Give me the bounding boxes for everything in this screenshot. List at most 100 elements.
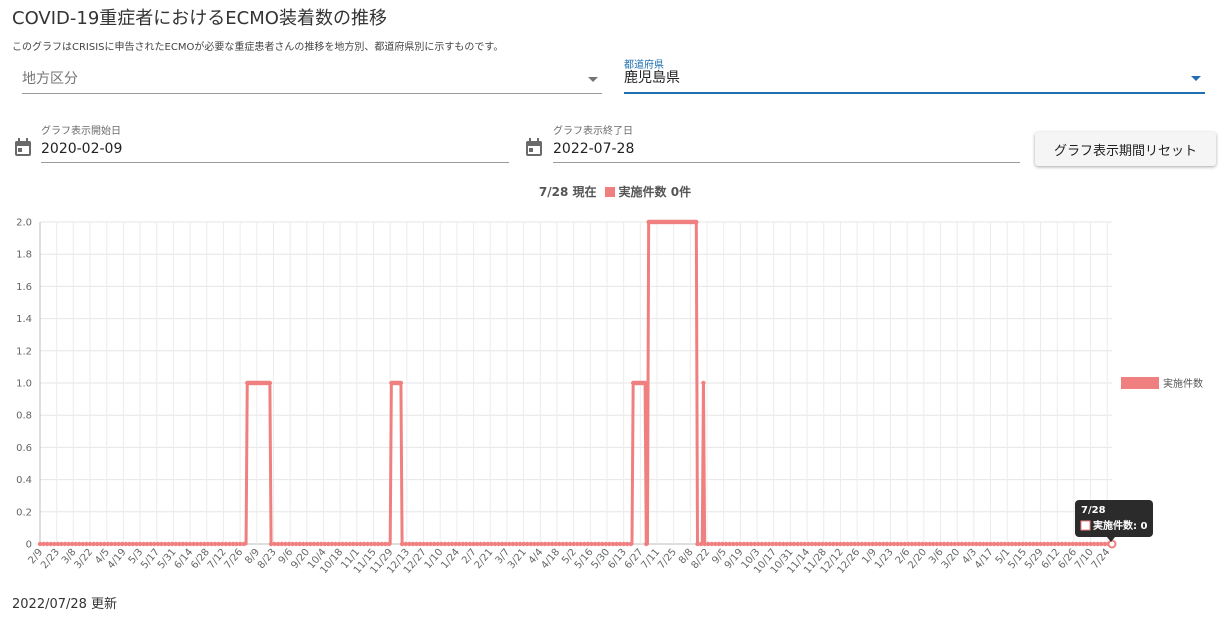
data-point xyxy=(1099,541,1104,547)
data-point xyxy=(155,541,161,547)
data-point xyxy=(642,380,648,386)
data-point xyxy=(644,541,649,547)
data-point xyxy=(685,219,691,225)
x-tick-label: 7/24 xyxy=(1090,547,1113,571)
x-tick-label: 3/8 xyxy=(60,547,79,566)
data-point xyxy=(293,541,299,547)
chart-legend[interactable]: 実施件数 xyxy=(1121,375,1203,390)
data-point xyxy=(94,541,100,547)
data-point xyxy=(112,541,118,547)
prefecture-select[interactable]: 都道府県 鹿児島県 xyxy=(624,56,1205,94)
data-point xyxy=(738,541,743,547)
end-date-label: グラフ表示終了日 xyxy=(553,126,633,137)
data-point xyxy=(567,541,573,547)
data-point xyxy=(675,219,680,225)
data-point xyxy=(234,541,239,547)
data-point xyxy=(177,541,182,547)
data-point xyxy=(252,380,257,386)
data-point xyxy=(802,541,807,547)
reset-period-button[interactable]: グラフ表示期間リセット xyxy=(1035,132,1216,166)
x-tick-label: 5/29 xyxy=(1023,547,1046,571)
data-point xyxy=(834,541,840,547)
data-point xyxy=(638,380,643,386)
data-point xyxy=(781,541,786,547)
data-point xyxy=(55,541,61,547)
x-tick-label: 4/19 xyxy=(106,547,129,571)
start-date-field[interactable]: グラフ表示開始日 2020-02-09 xyxy=(41,122,509,163)
data-point xyxy=(999,541,1004,547)
x-tick-label: 12/26 xyxy=(835,547,862,576)
data-point xyxy=(1063,541,1068,547)
data-point xyxy=(614,541,619,547)
x-tick-label: 4/5 xyxy=(93,547,112,566)
prefecture-select-value: 鹿児島県 xyxy=(624,70,680,86)
data-point xyxy=(376,541,381,547)
legend-label-series: 実施件数 xyxy=(1163,379,1203,390)
data-point xyxy=(439,541,444,547)
data-point xyxy=(582,541,587,547)
region-select-placeholder: 地方区分 xyxy=(22,71,78,87)
data-point xyxy=(191,541,196,547)
data-point xyxy=(361,541,367,547)
data-point xyxy=(48,541,53,547)
x-tick-label: 7/11 xyxy=(639,547,662,571)
data-point xyxy=(326,541,331,547)
data-point xyxy=(195,541,200,547)
data-point xyxy=(689,219,694,225)
data-point xyxy=(386,541,392,547)
data-point xyxy=(435,541,441,547)
calendar-icon[interactable] xyxy=(15,138,31,156)
data-point xyxy=(589,541,594,547)
chart-current-date: 7/28 現在 xyxy=(538,185,597,199)
x-tick-label: 2/6 xyxy=(894,547,913,566)
data-point xyxy=(340,541,345,547)
data-point xyxy=(777,541,782,547)
data-point xyxy=(1109,541,1115,547)
data-point xyxy=(633,380,638,386)
x-tick-label: 8/23 xyxy=(256,547,279,571)
active-data-point[interactable] xyxy=(1107,539,1117,549)
data-point xyxy=(496,541,501,547)
x-tick-label: 7/25 xyxy=(656,547,679,571)
data-point xyxy=(395,380,400,386)
x-tick-label: 6/13 xyxy=(606,547,629,571)
data-point xyxy=(1038,541,1043,547)
data-point xyxy=(1056,541,1061,547)
data-point xyxy=(991,541,997,547)
data-point xyxy=(927,541,932,547)
data-point xyxy=(485,541,491,547)
x-tick-label: 8/9 xyxy=(243,547,262,566)
data-point xyxy=(959,541,965,547)
x-tick-label: 1/9 xyxy=(860,547,879,566)
data-point xyxy=(464,541,469,547)
data-point xyxy=(166,541,171,547)
end-date-field[interactable]: グラフ表示終了日 2022-07-28 xyxy=(553,122,1020,163)
data-point xyxy=(690,219,695,225)
page-title: COVID-19重症者におけるECMO装着数の推移 xyxy=(12,8,387,29)
data-point xyxy=(784,541,790,547)
data-point xyxy=(202,541,207,547)
data-point xyxy=(646,219,651,225)
y-tick-label: 0.2 xyxy=(16,507,32,518)
data-point xyxy=(80,541,86,547)
data-point xyxy=(578,541,583,547)
tooltip-body: 実施件数: 0 xyxy=(1093,519,1147,532)
x-tick-label: 5/1 xyxy=(994,547,1013,566)
data-point xyxy=(119,541,125,547)
data-point xyxy=(478,541,483,547)
data-point xyxy=(571,541,576,547)
data-point xyxy=(223,541,229,547)
data-point xyxy=(759,541,765,547)
data-point xyxy=(766,541,772,547)
data-point xyxy=(535,541,541,547)
data-point xyxy=(159,541,164,547)
data-point xyxy=(1088,541,1093,547)
data-point xyxy=(655,219,661,225)
page-description: このグラフはCRISISに申告されたECMOが必要な重症患者さんの推移を地方別、… xyxy=(12,42,504,53)
calendar-icon[interactable] xyxy=(526,138,542,156)
region-select[interactable]: 地方区分 xyxy=(22,66,602,94)
data-point xyxy=(873,541,879,547)
data-point xyxy=(396,380,401,386)
data-point xyxy=(920,541,925,547)
data-point xyxy=(1074,541,1079,547)
